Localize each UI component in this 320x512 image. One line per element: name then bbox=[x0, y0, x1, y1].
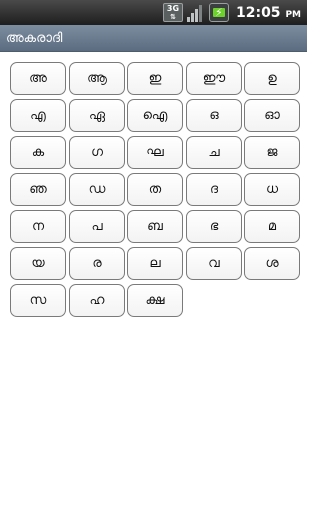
letter-key[interactable]: എ bbox=[10, 99, 66, 132]
letter-key[interactable]: യ bbox=[10, 247, 66, 280]
app-title: അകരാദി bbox=[6, 30, 63, 46]
letter-key[interactable]: ഏ bbox=[69, 99, 125, 132]
letter-key[interactable]: ര bbox=[69, 247, 125, 280]
letter-key[interactable]: ഇ bbox=[127, 62, 183, 95]
letter-key[interactable]: ഉ bbox=[244, 62, 300, 95]
letter-key[interactable]: ക bbox=[10, 136, 66, 169]
letter-key[interactable]: ദ bbox=[186, 173, 242, 206]
letter-key[interactable]: ശ bbox=[244, 247, 300, 280]
letter-key[interactable]: ഈ bbox=[186, 62, 242, 95]
letter-key[interactable]: ബ bbox=[127, 210, 183, 243]
letter-key[interactable]: സ bbox=[10, 284, 66, 317]
letter-key[interactable]: അ bbox=[10, 62, 66, 95]
signal-strength-icon bbox=[186, 4, 205, 22]
letter-key[interactable]: പ bbox=[69, 210, 125, 243]
letter-key[interactable]: ഞ bbox=[10, 173, 66, 206]
status-bar: 3G ⇅ ⚡ 12:05 PM bbox=[0, 0, 307, 25]
letter-key[interactable]: ഒ bbox=[186, 99, 242, 132]
letter-key[interactable]: ഓ bbox=[244, 99, 300, 132]
network-3g-icon: 3G ⇅ bbox=[162, 3, 183, 22]
letter-key[interactable]: ധ bbox=[244, 173, 300, 206]
battery-charging-icon: ⚡ bbox=[208, 3, 229, 22]
letter-key[interactable]: ന bbox=[10, 210, 66, 243]
letter-key[interactable]: ആ bbox=[69, 62, 125, 95]
clock-time: 12:05 bbox=[235, 4, 281, 21]
letter-key[interactable]: ഹ bbox=[69, 284, 125, 317]
letter-key[interactable]: ത bbox=[127, 173, 183, 206]
letter-key[interactable]: മ bbox=[244, 210, 300, 243]
letter-key[interactable]: ഐ bbox=[127, 99, 183, 132]
letter-key[interactable]: ഭ bbox=[186, 210, 242, 243]
network-label: 3G bbox=[166, 3, 180, 13]
letter-key[interactable]: ഘ bbox=[127, 136, 183, 169]
letter-key[interactable]: ഡ bbox=[69, 173, 125, 206]
app-title-bar: അകരാദി bbox=[0, 25, 307, 52]
clock-ampm: PM bbox=[285, 9, 301, 20]
letter-key[interactable]: ക്ഷ bbox=[127, 284, 183, 317]
letter-key[interactable]: ല bbox=[127, 247, 183, 280]
letter-key[interactable]: ഗ bbox=[69, 136, 125, 169]
clock: 12:05 PM bbox=[236, 5, 301, 21]
letter-key[interactable]: വ bbox=[186, 247, 242, 280]
letter-key[interactable]: ച bbox=[186, 136, 242, 169]
letter-key[interactable]: ജ bbox=[244, 136, 300, 169]
